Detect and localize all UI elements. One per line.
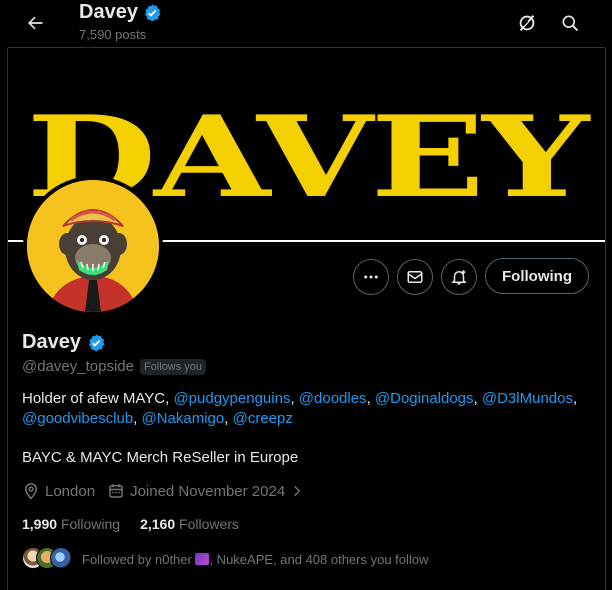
message-button[interactable] bbox=[397, 259, 433, 295]
location-icon bbox=[24, 483, 38, 500]
profile-header: Davey 7,590 posts bbox=[0, 0, 612, 48]
bio-mention[interactable]: @doodles bbox=[299, 390, 367, 407]
avatar-image bbox=[27, 180, 159, 312]
notify-button[interactable] bbox=[441, 259, 477, 295]
following-button[interactable]: Following bbox=[485, 258, 589, 294]
following-label: Following bbox=[60, 516, 121, 532]
followers-label: Followers bbox=[179, 516, 239, 532]
verified-icon[interactable] bbox=[86, 333, 106, 353]
bio-mention[interactable]: @Doginaldogs bbox=[375, 390, 474, 407]
notify-icon bbox=[451, 270, 467, 285]
joined-text: Joined November 2024 bbox=[130, 482, 286, 500]
verified-icon bbox=[144, 3, 161, 21]
mutual-avatars bbox=[22, 547, 74, 571]
followers-count: 2,160 bbox=[140, 516, 176, 532]
followed-by-row[interactable]: Followed by n0ther , NukeAPE, and 408 ot… bbox=[22, 547, 428, 571]
following-count: 1,990 bbox=[22, 516, 58, 532]
joined-item[interactable]: Joined November 2024 bbox=[107, 482, 304, 500]
profile-meta: London Joined November 2024 bbox=[22, 482, 316, 500]
back-arrow-icon bbox=[28, 16, 43, 30]
profile-name-row: Davey bbox=[22, 331, 106, 354]
followed-by-text: Followed by n0ther , NukeAPE, and 408 ot… bbox=[82, 552, 428, 567]
followed-by-prefix: Followed by n0ther bbox=[82, 551, 196, 567]
bio-mention[interactable]: @goodvibesclub bbox=[22, 410, 133, 427]
location-text: London bbox=[45, 482, 96, 500]
bio-mention[interactable]: @Nakamigo bbox=[141, 410, 224, 427]
profile-handle: @davey_topside bbox=[22, 358, 134, 375]
grok-button[interactable] bbox=[510, 6, 544, 40]
calendar-icon bbox=[109, 484, 123, 498]
ape-avatar-art bbox=[27, 180, 159, 312]
header-post-count: 7,590 posts bbox=[79, 27, 147, 42]
follows-you-badge: Follows you bbox=[139, 358, 207, 375]
more-icon bbox=[364, 275, 378, 279]
bio-text: Holder of afew MAYC, bbox=[22, 390, 174, 407]
bio-second-line: BAYC & MAYC Merch ReSeller in Europe bbox=[22, 449, 299, 466]
follow-stats: 1,990 Following 2,160 Followers bbox=[22, 516, 259, 532]
header-name: Davey bbox=[79, 1, 138, 23]
chevron-right-icon bbox=[294, 485, 301, 497]
mutual-avatar bbox=[50, 547, 72, 569]
message-icon bbox=[407, 271, 423, 283]
search-button[interactable] bbox=[553, 6, 587, 40]
bio-mention[interactable]: @D3lMundos bbox=[482, 390, 573, 407]
followers-stat[interactable]: 2,160 Followers bbox=[140, 516, 239, 532]
bio-mention[interactable]: @pudgypenguins bbox=[173, 390, 290, 407]
profile-name: Davey bbox=[22, 331, 81, 353]
back-button[interactable] bbox=[18, 6, 52, 40]
followed-by-suffix: , NukeAPE, and 408 others you follow bbox=[209, 551, 429, 567]
grok-icon bbox=[519, 15, 535, 31]
header-title: Davey bbox=[79, 1, 162, 24]
location-item: London bbox=[22, 482, 95, 500]
handle-row: @davey_topside Follows you bbox=[22, 358, 207, 375]
bio-mention[interactable]: @creepz bbox=[233, 410, 293, 427]
emoji-icon bbox=[195, 552, 210, 565]
profile-avatar[interactable] bbox=[23, 176, 163, 316]
profile-bio: Holder of afew MAYC, @pudgypenguins, @do… bbox=[22, 390, 578, 427]
more-button[interactable] bbox=[353, 259, 389, 295]
search-icon bbox=[562, 15, 579, 32]
following-stat[interactable]: 1,990 Following bbox=[22, 516, 120, 532]
